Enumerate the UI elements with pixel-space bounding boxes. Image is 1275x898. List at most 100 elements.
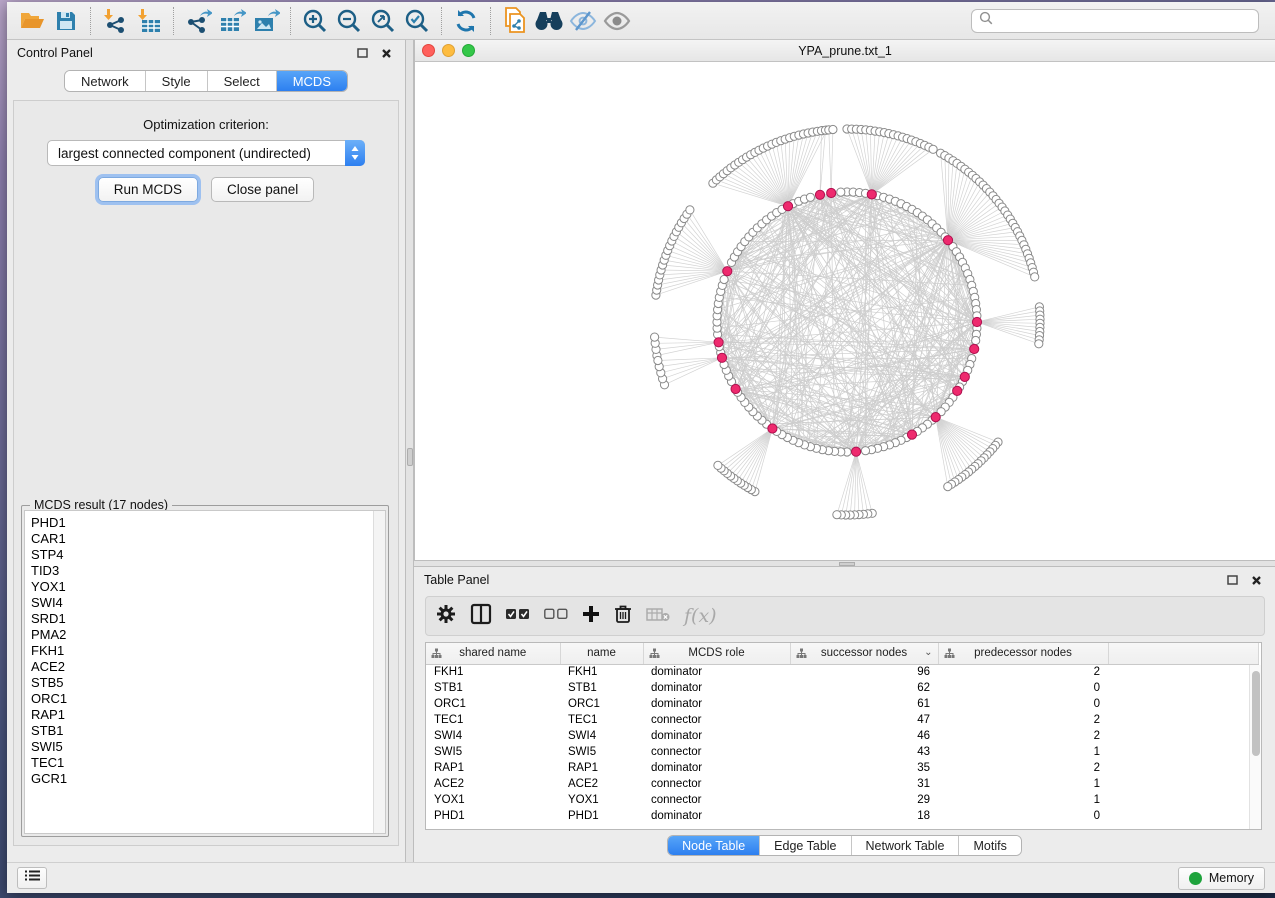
- scrollbar-thumb[interactable]: [1252, 671, 1260, 756]
- create-column-button[interactable]: [582, 605, 600, 628]
- table-cell[interactable]: 29: [790, 792, 938, 808]
- column-header-shared-name[interactable]: shared name: [426, 643, 560, 664]
- table-cell[interactable]: FKH1: [560, 664, 643, 680]
- table-cell[interactable]: TEC1: [560, 712, 643, 728]
- table-scrollbar[interactable]: [1249, 665, 1261, 829]
- horizontal-splitter[interactable]: [414, 560, 1275, 567]
- table-row[interactable]: ORC1ORC1dominator610: [426, 696, 1258, 712]
- table-cell[interactable]: 2: [938, 760, 1108, 776]
- delete-column-button[interactable]: [614, 604, 632, 629]
- table-row[interactable]: RAP1RAP1dominator352: [426, 760, 1258, 776]
- run-mcds-button[interactable]: Run MCDS: [98, 177, 198, 202]
- column-header-predecessor-nodes[interactable]: predecessor nodes: [938, 643, 1108, 664]
- table-row[interactable]: STB1STB1dominator620: [426, 680, 1258, 696]
- close-panel-button[interactable]: [377, 45, 395, 61]
- tab-network-table[interactable]: Network Table: [852, 836, 960, 855]
- tab-style[interactable]: Style: [146, 71, 208, 91]
- table-cell[interactable]: 1: [938, 744, 1108, 760]
- table-settings-button[interactable]: [436, 604, 456, 629]
- task-history-button[interactable]: [17, 867, 47, 889]
- table-cell[interactable]: dominator: [643, 680, 790, 696]
- table-cell[interactable]: 46: [790, 728, 938, 744]
- table-cell[interactable]: 1: [938, 792, 1108, 808]
- mcds-result-list[interactable]: PHD1CAR1STP4TID3YOX1SWI4SRD1PMA2FKH1ACE2…: [24, 510, 386, 834]
- table-cell[interactable]: 62: [790, 680, 938, 696]
- table-cell[interactable]: SWI4: [560, 728, 643, 744]
- tab-network[interactable]: Network: [65, 71, 146, 91]
- save-session-button[interactable]: [50, 6, 82, 36]
- open-file-button[interactable]: [16, 6, 48, 36]
- table-row[interactable]: SWI4SWI4dominator462: [426, 728, 1258, 744]
- tab-select[interactable]: Select: [208, 71, 277, 91]
- table-row[interactable]: PHD1PHD1dominator180: [426, 808, 1258, 824]
- tab-node-table[interactable]: Node Table: [668, 836, 760, 855]
- table-cell[interactable]: PHD1: [426, 808, 560, 824]
- memory-button[interactable]: Memory: [1178, 867, 1265, 890]
- table-cell[interactable]: 18: [790, 808, 938, 824]
- table-cell[interactable]: 0: [938, 808, 1108, 824]
- table-cell[interactable]: 35: [790, 760, 938, 776]
- splitter-handle[interactable]: [407, 448, 413, 466]
- table-cell[interactable]: YOX1: [560, 792, 643, 808]
- table-cell[interactable]: dominator: [643, 808, 790, 824]
- table-cell[interactable]: connector: [643, 744, 790, 760]
- table-cell[interactable]: ACE2: [426, 776, 560, 792]
- table-cell[interactable]: dominator: [643, 760, 790, 776]
- table-cell[interactable]: RAP1: [560, 760, 643, 776]
- zoom-out-button[interactable]: [333, 6, 365, 36]
- table-cell[interactable]: dominator: [643, 728, 790, 744]
- table-row[interactable]: SWI5SWI5connector431: [426, 744, 1258, 760]
- float-panel-button[interactable]: [353, 45, 371, 61]
- table-cell[interactable]: 0: [938, 680, 1108, 696]
- table-cell[interactable]: SWI5: [426, 744, 560, 760]
- table-row[interactable]: YOX1YOX1connector291: [426, 792, 1258, 808]
- mcds-list-scrollbar[interactable]: [373, 511, 385, 833]
- table-cell[interactable]: 2: [938, 712, 1108, 728]
- tab-motifs[interactable]: Motifs: [959, 836, 1020, 855]
- table-cell[interactable]: dominator: [643, 696, 790, 712]
- table-cell[interactable]: 2: [938, 664, 1108, 680]
- table-cell[interactable]: 31: [790, 776, 938, 792]
- export-table-button[interactable]: [216, 6, 248, 36]
- criterion-dropdown[interactable]: largest connected component (undirected): [47, 140, 365, 166]
- show-all-button[interactable]: [601, 6, 633, 36]
- table-cell[interactable]: TEC1: [426, 712, 560, 728]
- table-cell[interactable]: ORC1: [426, 696, 560, 712]
- table-cell[interactable]: STB1: [426, 680, 560, 696]
- table-row[interactable]: FKH1FKH1dominator962: [426, 664, 1258, 680]
- table-cell[interactable]: 0: [938, 696, 1108, 712]
- function-builder-button[interactable]: f(x): [684, 605, 717, 627]
- import-network-button[interactable]: [99, 6, 131, 36]
- network-canvas[interactable]: [415, 62, 1274, 559]
- export-network-button[interactable]: [182, 6, 214, 36]
- close-panel-pushbutton[interactable]: Close panel: [211, 177, 314, 202]
- table-cell[interactable]: FKH1: [426, 664, 560, 680]
- column-header-name[interactable]: name: [560, 643, 643, 664]
- table-cell[interactable]: SWI5: [560, 744, 643, 760]
- table-cell[interactable]: ORC1: [560, 696, 643, 712]
- first-neighbors-button[interactable]: [533, 6, 565, 36]
- column-visibility-button[interactable]: [470, 603, 492, 630]
- table-cell[interactable]: connector: [643, 792, 790, 808]
- delete-table-button[interactable]: [646, 606, 670, 627]
- table-cell[interactable]: STB1: [560, 680, 643, 696]
- table-cell[interactable]: 1: [938, 776, 1108, 792]
- table-cell[interactable]: PHD1: [560, 808, 643, 824]
- zoom-selected-button[interactable]: [401, 6, 433, 36]
- zoom-in-button[interactable]: [299, 6, 331, 36]
- table-cell[interactable]: SWI4: [426, 728, 560, 744]
- close-panel-button[interactable]: [1247, 572, 1265, 588]
- select-all-rows-button[interactable]: [506, 607, 530, 625]
- table-cell[interactable]: 96: [790, 664, 938, 680]
- tab-edge-table[interactable]: Edge Table: [760, 836, 851, 855]
- table-cell[interactable]: dominator: [643, 664, 790, 680]
- table-cell[interactable]: 61: [790, 696, 938, 712]
- zoom-fit-button[interactable]: [367, 6, 399, 36]
- table-row[interactable]: TEC1TEC1connector472: [426, 712, 1258, 728]
- table-cell[interactable]: 2: [938, 728, 1108, 744]
- table-cell[interactable]: 47: [790, 712, 938, 728]
- export-image-button[interactable]: [250, 6, 282, 36]
- apply-layout-button[interactable]: [450, 6, 482, 36]
- deselect-all-rows-button[interactable]: [544, 607, 568, 625]
- duplicate-network-button[interactable]: [499, 6, 531, 36]
